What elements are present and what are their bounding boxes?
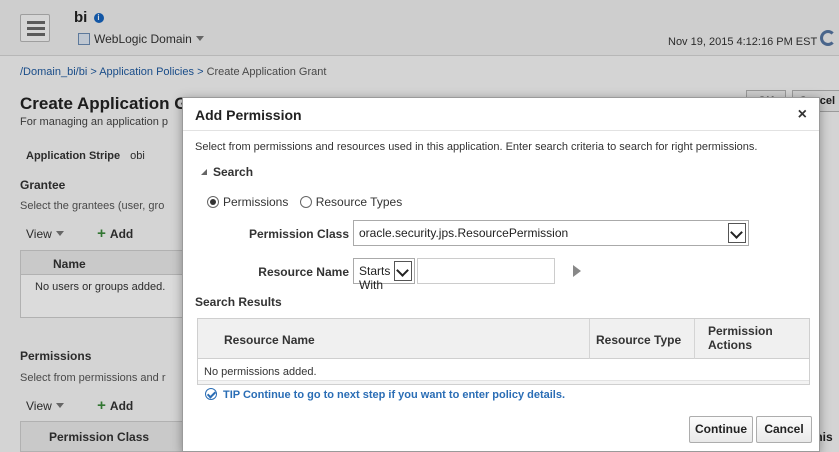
column-permission-actions[interactable]: Permission Actions <box>708 324 804 352</box>
column-resource-type[interactable]: Resource Type <box>596 333 681 347</box>
resource-name-input[interactable] <box>417 258 555 284</box>
search-section-toggle[interactable]: Search <box>201 165 253 179</box>
permission-class-select[interactable]: oracle.security.jps.ResourcePermission <box>353 220 749 246</box>
divider <box>183 130 819 131</box>
close-icon[interactable]: × <box>798 106 807 124</box>
tip-message: TIP Continue to go to next step if you w… <box>205 388 565 401</box>
collapse-triangle-icon <box>201 169 207 175</box>
resource-name-label: Resource Name <box>258 265 349 279</box>
add-permission-dialog: Add Permission × Select from permissions… <box>182 97 820 452</box>
dialog-title: Add Permission <box>195 107 302 123</box>
results-table-header: Resource Name Resource Type Permission A… <box>198 319 809 359</box>
dialog-description: Select from permissions and resources us… <box>195 141 758 153</box>
search-results-heading: Search Results <box>195 295 282 309</box>
radio-resource-types[interactable]: Resource Types <box>299 195 402 209</box>
search-go-icon[interactable] <box>573 265 581 277</box>
radio-permissions[interactable]: Permissions <box>207 195 288 209</box>
radio-unselected-icon <box>299 196 312 208</box>
results-empty-message: No permissions added. <box>204 366 317 378</box>
check-circle-icon <box>205 388 217 400</box>
search-type-radio-group: Permissions Resource Types <box>207 195 402 209</box>
cancel-button[interactable]: Cancel <box>756 416 812 443</box>
continue-button[interactable]: Continue <box>689 416 753 443</box>
chevron-down-icon[interactable] <box>728 223 746 243</box>
search-results-table: Resource Name Resource Type Permission A… <box>197 318 810 385</box>
chevron-down-icon[interactable] <box>394 261 412 281</box>
radio-selected-icon <box>207 196 219 208</box>
resource-operator-select[interactable]: Starts With <box>353 258 415 292</box>
permission-class-label: Permission Class <box>248 227 349 241</box>
column-resource-name[interactable]: Resource Name <box>224 333 315 347</box>
